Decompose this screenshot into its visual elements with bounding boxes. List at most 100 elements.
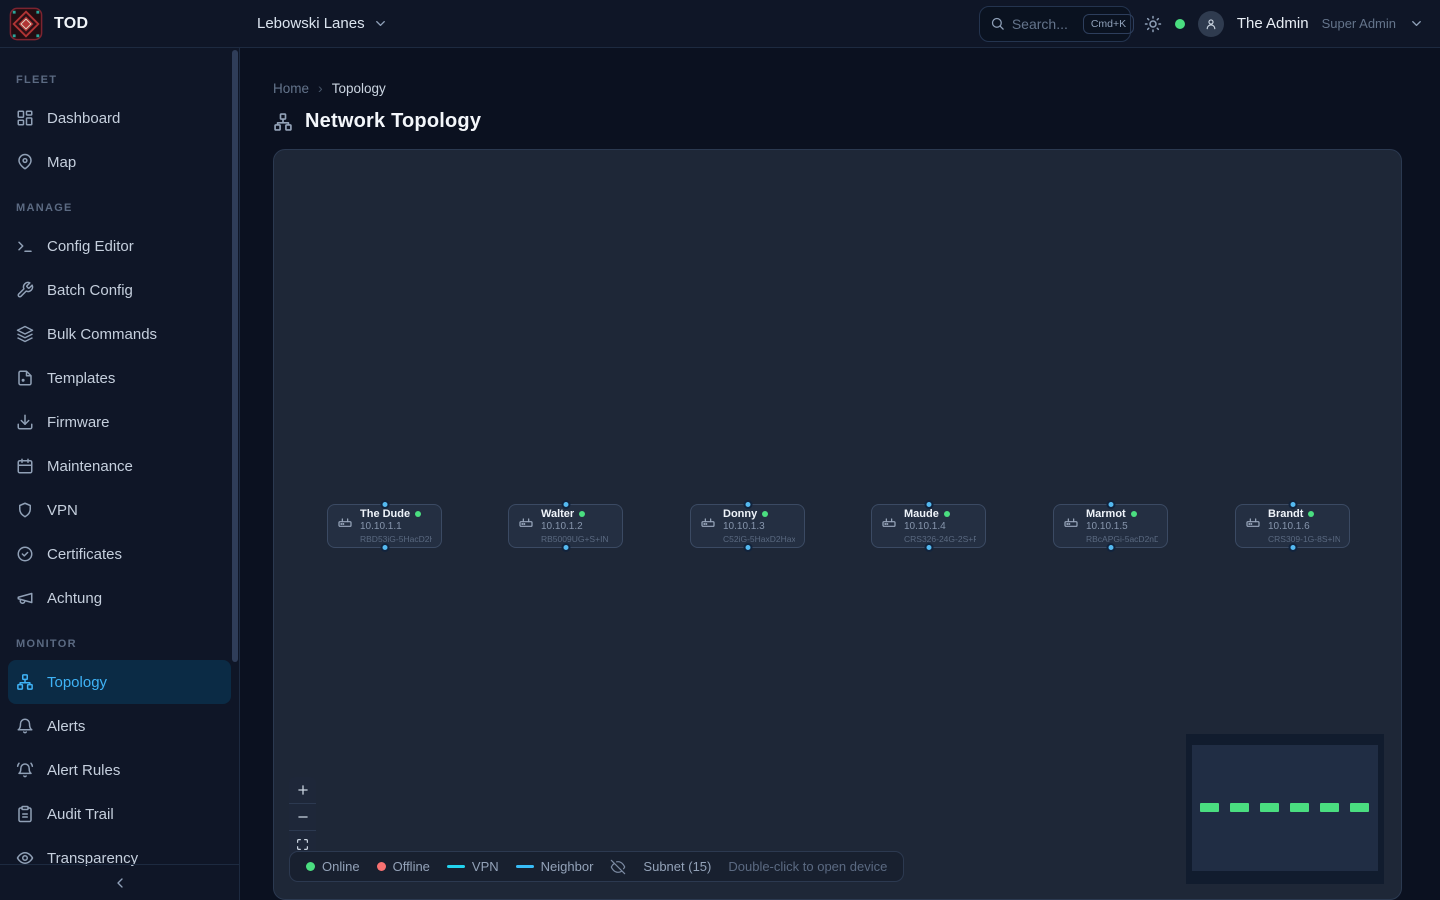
connection-handle[interactable] [1106,543,1115,552]
topology-icon [16,673,34,691]
file-icon [16,369,34,387]
bell-ring-icon [16,761,34,779]
connection-handle[interactable] [1288,543,1297,552]
node-model: C52iG-5HaxD2HaxD-US [723,534,795,545]
sidebar-item-dashboard[interactable]: Dashboard [0,96,239,140]
connection-handle[interactable] [561,500,570,509]
connection-handle[interactable] [1106,500,1115,509]
device-node-walter[interactable]: Walter 10.10.1.2 RB5009UG+S+IN [508,504,623,548]
sidebar-item-alert-rules[interactable]: Alert Rules [0,748,239,792]
minimap-node [1290,803,1309,812]
connection-handle[interactable] [924,500,933,509]
vpn-line-swatch [447,865,465,868]
node-ip: 10.10.1.4 [904,521,976,534]
sidebar-item-alerts[interactable]: Alerts [0,704,239,748]
wrench-icon [16,281,34,299]
sidebar-item-config-editor[interactable]: Config Editor [0,224,239,268]
offline-dot [377,862,386,871]
minimap[interactable] [1186,734,1384,884]
zoom-out-button[interactable] [289,804,316,831]
chevron-down-icon[interactable] [1409,16,1424,31]
breadcrumb-home-link[interactable]: Home [273,81,309,96]
sidebar: FLEET Dashboard Map MANAGE Config Editor… [0,48,240,900]
sidebar-item-batch-config[interactable]: Batch Config [0,268,239,312]
device-node-donny[interactable]: Donny 10.10.1.3 C52iG-5HaxD2HaxD-US [690,504,805,548]
router-icon [1245,513,1261,529]
org-selector[interactable]: Lebowski Lanes [240,15,388,32]
sidebar-item-map[interactable]: Map [0,140,239,184]
node-name: Walter [541,508,574,522]
neighbor-line-swatch [516,865,534,868]
search-box[interactable]: Cmd+K [979,6,1131,42]
connection-handle[interactable] [380,500,389,509]
connection-handle[interactable] [743,500,752,509]
fit-view-icon [296,838,309,851]
topology-canvas[interactable]: The Dude 10.10.1.1 RBD53iG-5HacD2HnD Wal… [273,149,1402,900]
connection-handle[interactable] [1288,500,1297,509]
online-status-dot [415,511,421,517]
calendar-icon [16,457,34,475]
node-name: Brandt [1268,508,1303,522]
minimap-node [1230,803,1249,812]
minimap-node [1200,803,1219,812]
sidebar-scrollbar[interactable] [232,50,238,662]
sidebar-item-audit-trail[interactable]: Audit Trail [0,792,239,836]
main-content: Home › Topology Network Topology The Dud… [240,48,1440,900]
page-title-row: Network Topology [273,110,481,133]
connection-handle[interactable] [561,543,570,552]
sidebar-collapse-button[interactable] [0,864,239,900]
node-model: RBcAPGi-5acD2nD [1086,534,1158,545]
user-name: The Admin [1237,15,1309,32]
node-ip: 10.10.1.5 [1086,521,1158,534]
download-icon [16,413,34,431]
sidebar-item-templates[interactable]: Templates [0,356,239,400]
sidebar-item-firmware[interactable]: Firmware [0,400,239,444]
sidebar-item-label: Map [47,154,76,171]
sidebar-item-label: Topology [47,674,107,691]
chevron-left-icon [112,875,128,891]
avatar[interactable] [1198,11,1224,37]
legend-online-label: Online [322,859,360,874]
device-node-marmot[interactable]: Marmot 10.10.1.5 RBcAPGi-5acD2nD [1053,504,1168,548]
sun-icon[interactable] [1144,15,1162,33]
sidebar-item-vpn[interactable]: VPN [0,488,239,532]
legend-neighbor-label: Neighbor [541,859,594,874]
node-name: Donny [723,508,757,522]
sidebar-item-achtung[interactable]: Achtung [0,576,239,620]
sidebar-item-label: Alerts [47,718,85,735]
sidebar-item-certificates[interactable]: Certificates [0,532,239,576]
search-input[interactable] [1012,16,1076,32]
node-ip: 10.10.1.2 [541,521,609,534]
breadcrumb: Home › Topology [273,80,386,96]
router-icon [1063,513,1079,529]
online-status-dot [1308,511,1314,517]
sidebar-item-topology[interactable]: Topology [8,660,231,704]
sidebar-item-maintenance[interactable]: Maintenance [0,444,239,488]
connection-handle[interactable] [924,543,933,552]
topbar-right: Cmd+K The Admin Super Admin [979,6,1440,42]
plus-icon [296,783,310,797]
node-model: RB5009UG+S+IN [541,534,609,545]
sidebar-item-label: Templates [47,370,115,387]
section-label-manage: MANAGE [0,184,239,224]
node-name: Maude [904,508,939,522]
topbar: TOD Lebowski Lanes Cmd+K The Admin Super… [0,0,1440,48]
topology-legend: Online Offline VPN Neighbor Subnet (15) … [289,851,904,882]
device-node-brandt[interactable]: Brandt 10.10.1.6 CRS309-1G-8S+IN [1235,504,1350,548]
sidebar-item-bulk-commands[interactable]: Bulk Commands [0,312,239,356]
legend-online: Online [306,859,360,874]
zoom-in-button[interactable] [289,777,316,804]
device-node-the-dude[interactable]: The Dude 10.10.1.1 RBD53iG-5HacD2HnD [327,504,442,548]
legend-subnet-label: Subnet (15) [643,859,711,874]
terminal-icon [16,237,34,255]
device-node-maude[interactable]: Maude 10.10.1.4 CRS326-24G-2S+RM [871,504,986,548]
router-icon [700,513,716,529]
org-selector-label: Lebowski Lanes [257,15,365,32]
connection-handle[interactable] [743,543,752,552]
router-icon [881,513,897,529]
node-ip: 10.10.1.3 [723,521,795,534]
bell-icon [16,717,34,735]
connection-handle[interactable] [380,543,389,552]
eye-off-icon[interactable] [610,859,626,875]
sidebar-item-label: Alert Rules [47,762,120,779]
